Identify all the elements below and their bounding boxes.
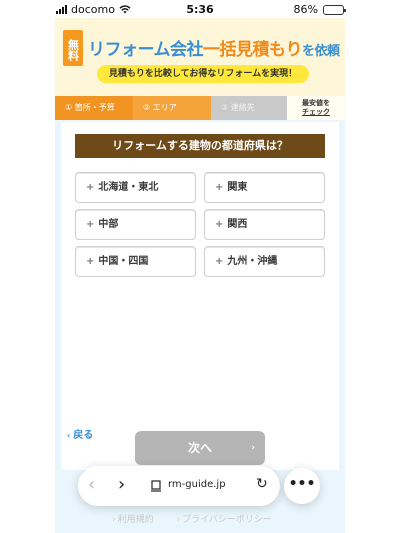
option-label: 関西 <box>227 219 248 230</box>
plus-icon: + <box>86 182 95 193</box>
browser-forward-icon[interactable]: › <box>118 474 125 495</box>
page-icon[interactable] <box>150 480 162 492</box>
option-hokkaido-tohoku[interactable]: + 北海道・東北 <box>75 172 196 203</box>
option-label: 関東 <box>227 182 248 193</box>
reload-icon[interactable]: ↻ <box>256 476 268 492</box>
step-1: ① 箇所・予算 <box>55 96 135 120</box>
url-field[interactable]: rm-guide.jp <box>168 479 226 490</box>
footer-links: › 利用規約 › プライバシーポリシー <box>112 512 292 525</box>
plus-icon: + <box>215 256 224 267</box>
chevron-right-icon: › <box>251 443 255 453</box>
step-4-line2: チェック <box>302 108 330 116</box>
more-button[interactable]: ••• <box>284 468 320 504</box>
terms-label: 利用規約 <box>117 515 154 525</box>
browser-toolbar: ‹ › rm-guide.jp ↻ <box>78 466 280 506</box>
plus-icon: + <box>215 182 224 193</box>
option-label: 九州・沖縄 <box>227 256 278 267</box>
title-part-c: を依頼 <box>302 44 340 59</box>
battery-percent: 86% <box>293 3 318 16</box>
plus-icon: + <box>215 219 224 230</box>
back-label: 戻る <box>73 430 94 441</box>
browser-back-icon[interactable]: ‹ <box>88 474 95 495</box>
subtitle-banner: 見積もりを比較してお得なリフォームを実現！ <box>97 65 309 83</box>
page-title: リフォーム会社一括見積もりを依頼 <box>88 35 340 60</box>
title-part-b: 一括見積もり <box>203 40 303 60</box>
step-progress: ① 箇所・予算 ② エリア ③ 連絡先 最安値を チェック <box>55 96 345 120</box>
option-chubu[interactable]: + 中部 <box>75 209 196 240</box>
option-kyushu-okinawa[interactable]: + 九州・沖縄 <box>204 246 325 277</box>
back-link[interactable]: ‹ 戻る <box>67 426 93 441</box>
step-2: ② エリア <box>133 96 213 120</box>
terms-link[interactable]: › 利用規約 <box>112 515 164 525</box>
privacy-link[interactable]: › プライバシーポリシー <box>177 515 282 525</box>
plus-icon: + <box>86 256 95 267</box>
option-label: 北海道・東北 <box>98 182 159 193</box>
title-part-a: リフォーム会社 <box>88 40 204 60</box>
next-button[interactable]: 次へ › <box>135 431 265 465</box>
chevron-right-icon: › <box>112 515 116 525</box>
option-kanto[interactable]: + 関東 <box>204 172 325 203</box>
more-icon: ••• <box>288 476 316 492</box>
plus-icon: + <box>86 219 95 230</box>
option-kansai[interactable]: + 関西 <box>204 209 325 240</box>
status-bar: docomo 5:36 86% <box>0 0 400 18</box>
battery-icon <box>323 4 346 15</box>
question-heading: リフォームする建物の都道府県は？ <box>75 134 325 158</box>
step-3: ③ 連絡先 <box>211 96 291 120</box>
option-label: 中部 <box>98 219 119 230</box>
status-right: 86% <box>293 3 346 16</box>
option-chugoku-shikoku[interactable]: + 中国・四国 <box>75 246 196 277</box>
free-badge: 無料 <box>63 30 83 66</box>
header: 無料 リフォーム会社一括見積もりを依頼 見積もりを比較してお得なリフォームを実現… <box>55 18 345 96</box>
option-label: 中国・四国 <box>98 256 149 267</box>
step-4-line1: 最安値を <box>302 99 330 107</box>
chevron-right-icon: › <box>176 515 181 525</box>
privacy-label: プライバシーポリシー <box>182 515 272 525</box>
step-4-check-price: 最安値を チェック <box>287 96 345 120</box>
chevron-left-icon: ‹ <box>67 431 71 440</box>
next-label: 次へ <box>187 441 212 455</box>
question-card: リフォームする建物の都道府県は？ + 北海道・東北 + 関東 + 中部 + 関西 + 中国… <box>61 122 339 470</box>
